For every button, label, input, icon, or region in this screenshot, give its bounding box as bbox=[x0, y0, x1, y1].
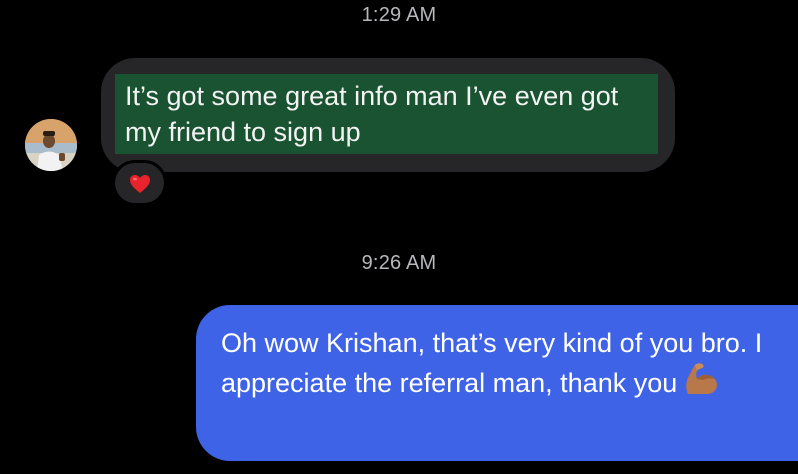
chat-thread: 1:29 AM It’s got some great info man I’v… bbox=[0, 0, 798, 474]
timestamp: 9:26 AM bbox=[361, 252, 437, 274]
flexed-biceps-icon bbox=[683, 362, 719, 406]
red-heart-icon bbox=[130, 175, 150, 193]
outgoing-message-bubble[interactable]: Oh wow Krishan, that’s very kind of you … bbox=[196, 305, 798, 461]
outgoing-message-body: Oh wow Krishan, that’s very kind of you … bbox=[221, 325, 786, 406]
avatar-photo-icon bbox=[25, 119, 77, 171]
heart-reaction[interactable] bbox=[112, 160, 167, 206]
sender-avatar[interactable] bbox=[25, 119, 77, 171]
outgoing-message-text: Oh wow Krishan, that’s very kind of you … bbox=[221, 328, 763, 398]
timestamp: 1:29 AM bbox=[361, 4, 437, 26]
incoming-message-text: It’s got some great info man I’ve even g… bbox=[125, 81, 619, 147]
incoming-message-bubble[interactable]: It’s got some great info man I’ve even g… bbox=[101, 58, 675, 172]
